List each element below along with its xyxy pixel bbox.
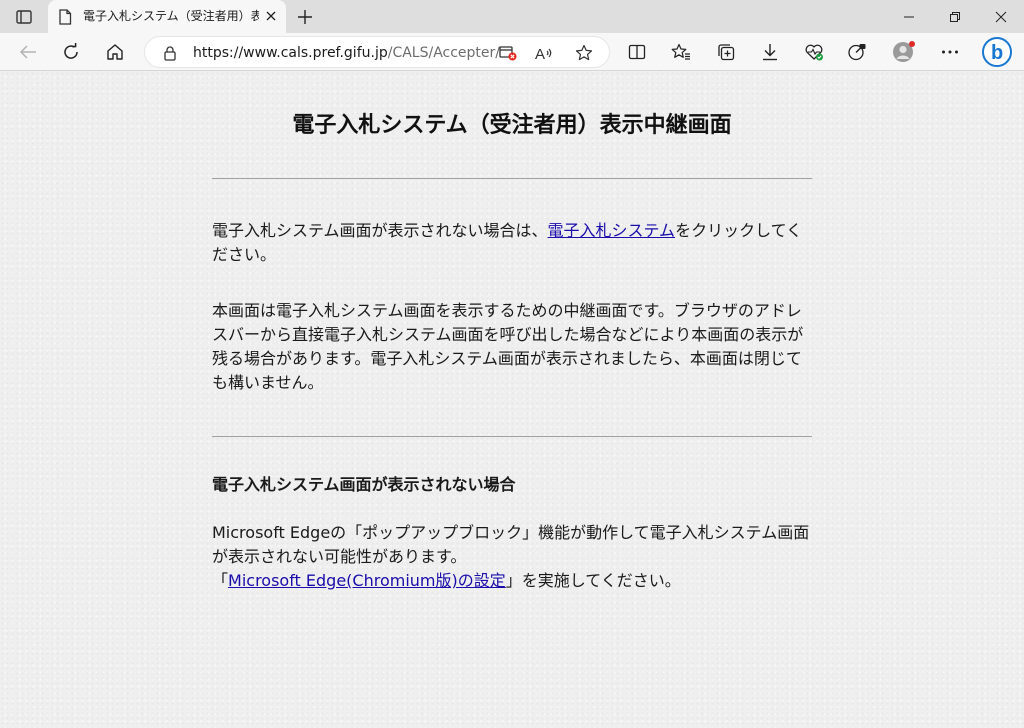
tab-actions-button[interactable] xyxy=(8,4,40,30)
new-tab-button[interactable] xyxy=(292,4,318,30)
settings-and-more-button[interactable] xyxy=(934,36,966,68)
minimize-button[interactable] xyxy=(886,0,932,33)
page-viewport: 電子入札システム（受注者用）表示中継画面 電子入札システム画面が表示されない場合… xyxy=(0,71,1024,728)
read-aloud-letter: A xyxy=(535,46,545,61)
favorites-button[interactable] xyxy=(665,36,697,68)
bing-letter: b xyxy=(991,42,1003,64)
popup-blocked-icon xyxy=(499,46,517,61)
collections-button[interactable] xyxy=(710,36,742,68)
divider-top xyxy=(212,178,812,179)
redirect-instruction: 電子入札システム画面が表示されない場合は、電子入札システムをクリックしてください… xyxy=(212,219,812,267)
divider-middle xyxy=(212,436,812,437)
refresh-button[interactable] xyxy=(55,36,87,68)
section-heading: 電子入札システム画面が表示されない場合 xyxy=(212,473,812,497)
url-path: /CALS/Accepter/ xyxy=(387,45,501,61)
profile-button[interactable] xyxy=(888,36,920,68)
home-button[interactable] xyxy=(99,36,131,68)
popup-block-note: Microsoft Edgeの「ポップアップブロック」機能が動作して電子入札シス… xyxy=(212,521,812,593)
more-horizontal-icon xyxy=(942,50,958,54)
browser-toolbar: https://www.cals.pref.gifu.jp/CALS/Accep… xyxy=(0,33,1024,71)
tab-actions-icon xyxy=(16,10,32,24)
performance-icon xyxy=(848,44,866,61)
bracket-open: 「 xyxy=(212,571,229,590)
read-aloud-button[interactable]: A xyxy=(531,40,557,66)
add-favorite-button[interactable] xyxy=(571,40,597,66)
plus-icon xyxy=(298,10,312,24)
browser-tab-active[interactable]: 電子入札システム（受注者用）表示中継画面 xyxy=(48,0,286,33)
restore-icon xyxy=(950,11,960,22)
tab-title: 電子入札システム（受注者用）表示中継画面 xyxy=(83,9,259,23)
minimize-icon xyxy=(904,16,914,17)
bing-icon: b xyxy=(982,37,1012,67)
address-bar[interactable]: https://www.cals.pref.gifu.jp/CALS/Accep… xyxy=(144,36,610,68)
lock-icon xyxy=(164,45,176,61)
bing-copilot-button[interactable]: b xyxy=(980,34,1014,70)
split-screen-icon xyxy=(628,44,646,60)
split-screen-button[interactable] xyxy=(621,36,653,68)
heart-pulse-icon xyxy=(805,44,823,61)
close-icon xyxy=(266,11,276,21)
tab-strip: 電子入札システム（受注者用）表示中継画面 xyxy=(0,0,1024,33)
arrow-left-icon xyxy=(19,45,36,59)
star-icon xyxy=(575,44,593,61)
redirect-text-before: 電子入札システム画面が表示されない場合は、 xyxy=(212,221,548,240)
site-info-button[interactable] xyxy=(162,44,178,62)
url-text[interactable]: https://www.cals.pref.gifu.jp/CALS/Accep… xyxy=(193,45,500,61)
settings-text-after: 」を実施してください。 xyxy=(505,571,681,590)
download-icon xyxy=(763,44,777,61)
collections-icon xyxy=(718,44,735,61)
e-bidding-system-link[interactable]: 電子入札システム xyxy=(548,221,676,240)
avatar-icon xyxy=(893,41,915,62)
browser-essentials-button[interactable] xyxy=(798,36,830,68)
close-icon xyxy=(995,11,1007,22)
popup-blocked-button[interactable] xyxy=(495,40,521,66)
read-aloud-icon: A xyxy=(535,46,552,61)
refresh-icon xyxy=(64,43,78,59)
url-host: https://www.cals.pref.gifu.jp xyxy=(193,45,388,61)
popup-block-text: Microsoft Edgeの「ポップアップブロック」機能が動作して電子入札シス… xyxy=(212,523,810,566)
home-icon xyxy=(107,44,123,60)
page-favicon-icon xyxy=(59,9,72,25)
back-button[interactable] xyxy=(12,36,44,68)
tab-close-button[interactable] xyxy=(263,8,279,24)
relay-description: 本画面は電子入札システム画面を表示するための中継画面です。ブラウザのアドレスバー… xyxy=(212,301,804,392)
window-close-button[interactable] xyxy=(978,0,1024,33)
page-title: 電子入札システム（受注者用）表示中継画面 xyxy=(292,113,732,138)
edge-settings-link[interactable]: Microsoft Edge(Chromium版)の設定 xyxy=(228,571,506,590)
restore-button[interactable] xyxy=(932,0,978,33)
section-heading-text: 電子入札システム画面が表示されない場合 xyxy=(212,475,516,494)
downloads-button[interactable] xyxy=(754,36,786,68)
favorites-icon xyxy=(671,43,690,60)
performance-button[interactable] xyxy=(841,36,873,68)
